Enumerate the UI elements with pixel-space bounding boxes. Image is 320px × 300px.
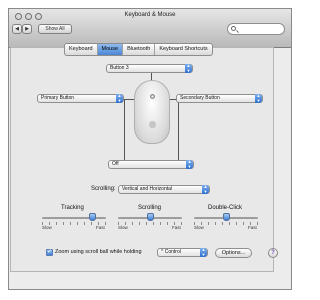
- left-button-popup[interactable]: Primary Button ▲ ▼: [37, 93, 124, 103]
- help-button[interactable]: ?: [268, 248, 278, 258]
- double-click-label: Double-Click: [208, 205, 243, 211]
- tracking-label: Tracking: [61, 205, 84, 211]
- tracking-slider-thumb[interactable]: [88, 213, 96, 221]
- bottom-button-popup[interactable]: Off ▲ ▼: [108, 159, 194, 169]
- right-button-popup-value: Secondary Button: [180, 95, 220, 101]
- zoom-checkbox[interactable]: ✓: [46, 249, 53, 256]
- double-click-slider-thumb[interactable]: [223, 213, 230, 221]
- tab-bluetooth[interactable]: Bluetooth: [123, 44, 156, 55]
- connector-bottom-left: [124, 100, 125, 160]
- connector-bottom-right: [178, 100, 179, 160]
- forward-button[interactable]: ▶: [22, 24, 32, 34]
- popup-arrows-icon: ▲ ▼: [116, 93, 123, 103]
- chevron-right-icon: ▶: [25, 26, 29, 32]
- scrolling-popup-value: Vertical and Horizontal: [122, 186, 173, 192]
- zoom-modifier-popup-value: ^ Control: [161, 249, 181, 255]
- popup-arrows-icon: ▲ ▼: [186, 159, 193, 169]
- mighty-mouse-illustration: [134, 80, 170, 144]
- tab-keyboard[interactable]: Keyboard: [65, 44, 98, 55]
- double-click-max-label: Fast: [248, 225, 257, 230]
- tracking-min-label: Slow: [42, 225, 52, 230]
- scrolling-speed-slider[interactable]: [118, 213, 182, 225]
- double-click-slider[interactable]: [194, 213, 258, 225]
- zoom-modifier-popup[interactable]: ^ Control ▲ ▼: [157, 247, 208, 257]
- popup-arrows-icon: ▲ ▼: [185, 63, 192, 73]
- scrolling-speed-max-label: Fast: [172, 225, 181, 230]
- popup-arrows-icon: ▲ ▼: [202, 184, 209, 194]
- zoom-checkbox-label: Zoom using scroll ball while holding: [55, 249, 142, 255]
- right-button-popup[interactable]: Secondary Button ▲ ▼: [176, 93, 263, 103]
- tracking-max-label: Fast: [96, 225, 105, 230]
- scrolling-speed-slider-thumb[interactable]: [147, 213, 154, 221]
- tracking-slider[interactable]: [42, 213, 106, 225]
- scrolling-popup[interactable]: Vertical and Horizontal ▲ ▼: [118, 184, 210, 194]
- apple-logo-icon: [149, 121, 156, 128]
- tab-mouse[interactable]: Mouse: [97, 44, 124, 55]
- button3-popup-value: Button 3: [110, 65, 129, 71]
- scroll-ball-icon: [150, 94, 155, 99]
- double-click-min-label: Slow: [194, 225, 204, 230]
- scrolling-label: Scrolling:: [91, 186, 116, 192]
- window-title: Keyboard & Mouse: [124, 12, 176, 18]
- search-field[interactable]: [227, 23, 285, 35]
- search-input[interactable]: [238, 25, 282, 33]
- button3-popup[interactable]: Button 3 ▲ ▼: [106, 63, 193, 73]
- tab-bar: Keyboard Mouse Bluetooth Keyboard Shortc…: [64, 43, 213, 56]
- chevron-left-icon: ◀: [15, 26, 19, 32]
- popup-arrows-icon: ▲ ▼: [200, 247, 207, 257]
- left-button-popup-value: Primary Button: [41, 95, 75, 101]
- show-all-button[interactable]: Show All: [38, 24, 72, 34]
- popup-arrows-icon: ▲ ▼: [255, 93, 262, 103]
- back-button[interactable]: ◀: [12, 24, 22, 34]
- bottom-button-popup-value: Off: [112, 161, 119, 167]
- search-icon: [231, 26, 236, 31]
- checkmark-icon: ✓: [47, 249, 53, 255]
- scrolling-speed-label: Scrolling: [138, 205, 162, 211]
- tab-keyboard-shortcuts[interactable]: Keyboard Shortcuts: [155, 44, 211, 55]
- options-button[interactable]: Options...: [215, 248, 252, 258]
- scrolling-speed-min-label: Slow: [118, 225, 128, 230]
